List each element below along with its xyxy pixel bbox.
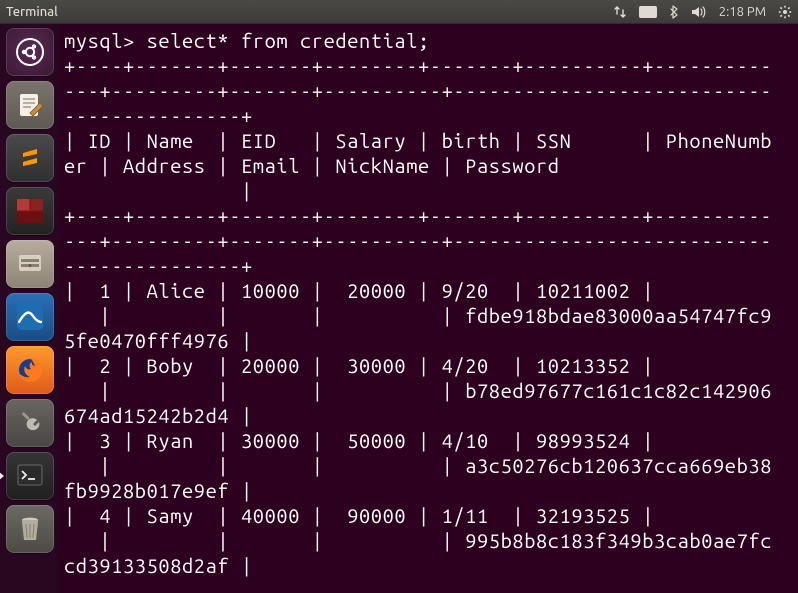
launcher-text-editor[interactable] (6, 81, 54, 129)
launcher-trash[interactable] (6, 505, 54, 553)
launcher-files[interactable] (6, 240, 54, 288)
bluetooth-icon[interactable] (669, 5, 679, 19)
launcher-settings[interactable] (6, 399, 54, 447)
system-tray: En 2:18 PM (613, 5, 792, 19)
launcher-terminator[interactable] (6, 187, 54, 235)
session-gear-icon[interactable] (778, 5, 792, 19)
clock[interactable]: 2:18 PM (719, 5, 766, 19)
top-menubar: Terminal En 2:18 PM (0, 0, 798, 24)
app-title: Terminal (6, 5, 58, 19)
keyboard-layout-indicator[interactable]: En (639, 6, 657, 18)
terminal-text: mysql> select* from credential; +----+--… (64, 29, 772, 577)
launcher-sublime[interactable] (6, 134, 54, 182)
terminal-output[interactable]: mysql> select* from credential; +----+--… (60, 24, 798, 593)
launcher-firefox[interactable] (6, 346, 54, 394)
sound-icon[interactable] (691, 5, 707, 19)
network-icon[interactable] (613, 5, 627, 19)
launcher-dash[interactable] (6, 28, 54, 76)
launcher-terminal[interactable] (6, 452, 54, 500)
unity-launcher (0, 24, 60, 593)
launcher-wireshark[interactable] (6, 293, 54, 341)
